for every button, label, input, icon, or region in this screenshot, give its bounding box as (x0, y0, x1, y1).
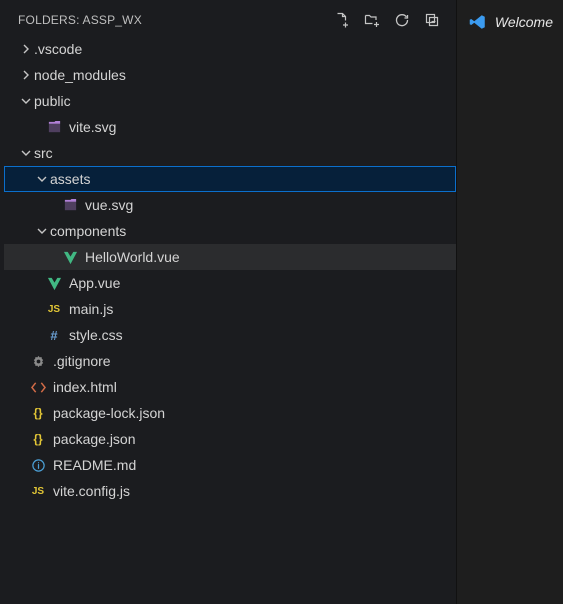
file-label: style.css (69, 327, 123, 343)
file-label: HelloWorld.vue (85, 249, 180, 265)
new-folder-icon[interactable] (364, 12, 380, 28)
folder-label: components (50, 223, 126, 239)
collapse-all-icon[interactable] (424, 12, 440, 28)
info-file-icon (30, 457, 46, 473)
file-label: vite.svg (69, 119, 116, 135)
json-file-icon: {} (30, 431, 46, 447)
file-label: package.json (53, 431, 136, 447)
tab-welcome[interactable]: Welcome (457, 6, 563, 38)
file-tree: .vscode node_modules public vite.svg (4, 36, 456, 504)
file-app-vue[interactable]: App.vue (4, 270, 456, 296)
json-file-icon: {} (30, 405, 46, 421)
file-label: index.html (53, 379, 117, 395)
chevron-right-icon (18, 41, 34, 57)
svg-file-icon (46, 119, 62, 135)
file-index-html[interactable]: index.html (4, 374, 456, 400)
file-label: main.js (69, 301, 113, 317)
folder-vscode[interactable]: .vscode (4, 36, 456, 62)
file-vue-svg[interactable]: vue.svg (4, 192, 456, 218)
file-vite-config[interactable]: JS vite.config.js (4, 478, 456, 504)
folder-src[interactable]: src (4, 140, 456, 166)
file-package-lock[interactable]: {} package-lock.json (4, 400, 456, 426)
folder-label: src (34, 145, 53, 161)
file-label: package-lock.json (53, 405, 165, 421)
file-label: README.md (53, 457, 136, 473)
tab-label: Welcome (495, 14, 553, 30)
folder-assets[interactable]: assets (4, 166, 456, 192)
folder-node-modules[interactable]: node_modules (4, 62, 456, 88)
tab-bar: Welcome (457, 0, 563, 38)
gear-icon (30, 353, 46, 369)
refresh-icon[interactable] (394, 12, 410, 28)
explorer-header: FOLDERS: ASSP_WX (4, 6, 456, 36)
folder-label: .vscode (34, 41, 82, 57)
explorer-toolbar (334, 12, 444, 28)
explorer-project-name: ASSP_WX (82, 13, 141, 27)
folder-components[interactable]: components (4, 218, 456, 244)
file-helloworld-vue[interactable]: HelloWorld.vue (4, 244, 456, 270)
explorer-title-prefix: FOLDERS: (18, 13, 82, 27)
file-package-json[interactable]: {} package.json (4, 426, 456, 452)
chevron-down-icon (34, 223, 50, 239)
js-file-icon: JS (46, 301, 62, 317)
chevron-right-icon (18, 67, 34, 83)
folder-label: node_modules (34, 67, 126, 83)
chevron-down-icon (34, 171, 50, 187)
explorer-sidebar: FOLDERS: ASSP_WX (0, 0, 456, 604)
folder-label: public (34, 93, 71, 109)
file-vite-svg[interactable]: vite.svg (4, 114, 456, 140)
file-label: .gitignore (53, 353, 111, 369)
chevron-down-icon (18, 145, 34, 161)
new-file-icon[interactable] (334, 12, 350, 28)
editor-area: Welcome (456, 0, 563, 604)
file-readme[interactable]: README.md (4, 452, 456, 478)
file-label: App.vue (69, 275, 120, 291)
file-label: vite.config.js (53, 483, 130, 499)
css-file-icon: # (46, 327, 62, 343)
folder-public[interactable]: public (4, 88, 456, 114)
file-label: vue.svg (85, 197, 133, 213)
vue-file-icon (62, 249, 78, 265)
file-main-js[interactable]: JS main.js (4, 296, 456, 322)
html-file-icon (30, 379, 46, 395)
svg-file-icon (62, 197, 78, 213)
vue-file-icon (46, 275, 62, 291)
file-gitignore[interactable]: .gitignore (4, 348, 456, 374)
file-style-css[interactable]: # style.css (4, 322, 456, 348)
folder-label: assets (50, 171, 90, 187)
vscode-logo-icon (469, 13, 487, 31)
chevron-down-icon (18, 93, 34, 109)
js-file-icon: JS (30, 483, 46, 499)
explorer-title: FOLDERS: ASSP_WX (18, 13, 334, 27)
